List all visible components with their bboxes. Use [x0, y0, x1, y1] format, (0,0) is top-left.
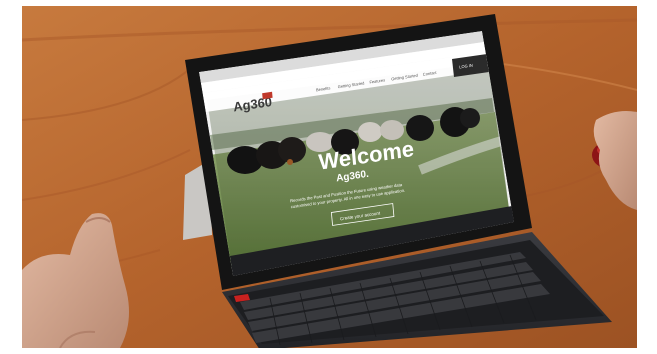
- photo-scene: Ag360 Benefits Getting Started Features …: [0, 0, 657, 354]
